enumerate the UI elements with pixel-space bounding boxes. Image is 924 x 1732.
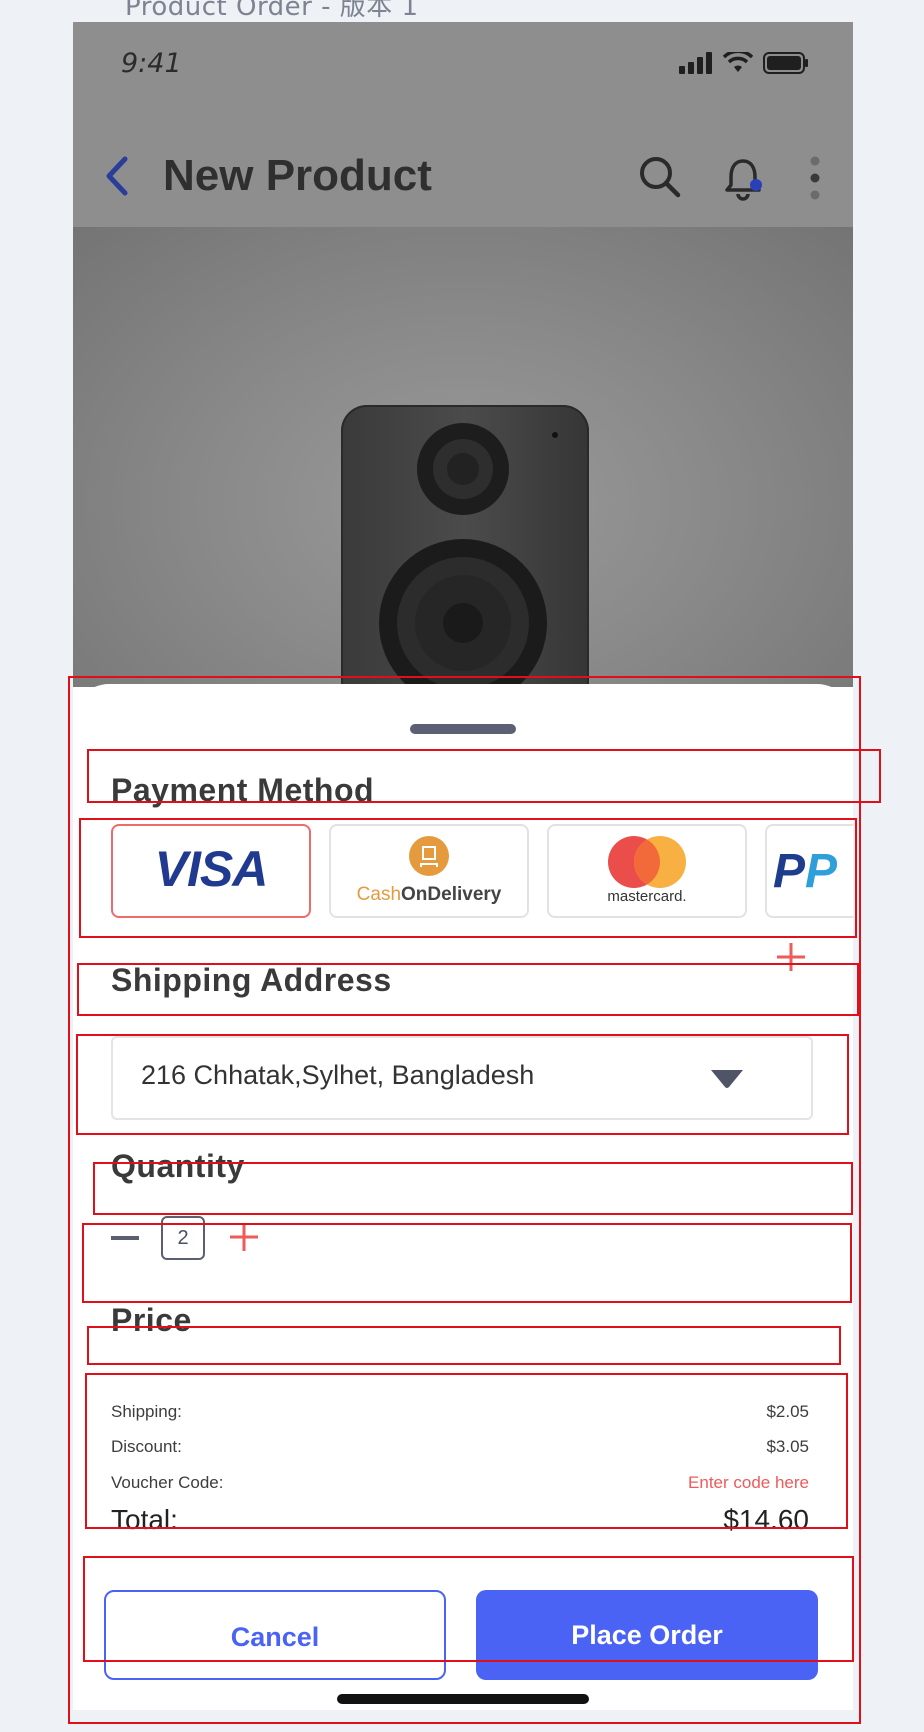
- discount-label: Discount:: [111, 1437, 182, 1456]
- payment-option-paypal[interactable]: PP: [765, 824, 853, 918]
- add-address-icon[interactable]: [776, 942, 806, 972]
- caret-down-icon: [711, 1070, 743, 1088]
- back-arrow-icon[interactable]: [99, 153, 135, 199]
- more-options-icon[interactable]: [807, 155, 823, 201]
- visa-logo: VISA: [154, 841, 269, 897]
- battery-icon: [763, 52, 808, 74]
- quantity-title: Quantity: [111, 1148, 245, 1184]
- cod-rest-part: OnDelivery: [401, 884, 502, 905]
- quantity-value[interactable]: 2: [161, 1216, 205, 1260]
- mastercard-logo-icon: [608, 836, 686, 888]
- speaker-product-photo: [341, 405, 589, 725]
- phone-screen: 9:41 New Product Payment Method VISA Cas…: [73, 22, 853, 1710]
- order-bottom-sheet: Payment Method VISA CashOnDelivery maste…: [73, 684, 853, 1710]
- product-image: [73, 227, 853, 725]
- decrease-quantity-button[interactable]: [111, 1236, 139, 1240]
- speaker-drivers: [379, 423, 558, 707]
- shipping-address-title: Shipping Address: [111, 962, 392, 998]
- increase-quantity-icon[interactable]: [229, 1222, 259, 1252]
- delivery-box-icon: [409, 836, 449, 876]
- frame-caption: Product Order - 版本 1: [125, 0, 419, 22]
- search-icon[interactable]: [638, 155, 682, 199]
- shipping-address-value: 216 Chhatak,Sylhet, Bangladesh: [141, 1060, 535, 1090]
- payment-option-cash-on-delivery[interactable]: CashOnDelivery: [329, 824, 529, 918]
- status-icons: [679, 52, 809, 74]
- price-title: Price: [111, 1302, 192, 1338]
- cod-cash-part: Cash: [356, 884, 402, 905]
- voucher-code-input[interactable]: Enter code here: [688, 1473, 809, 1493]
- notification-bell-icon[interactable]: [723, 155, 767, 201]
- total-value: $14.60: [723, 1504, 809, 1535]
- payment-option-visa[interactable]: VISA: [111, 824, 311, 918]
- wifi-icon: [723, 52, 753, 72]
- payment-methods-row: VISA CashOnDelivery mastercard. PP: [111, 824, 853, 920]
- cash-on-delivery-label: CashOnDelivery: [331, 884, 527, 906]
- sheet-drag-handle[interactable]: [410, 724, 516, 734]
- shipping-fee-value: $2.05: [766, 1402, 809, 1421]
- nav-bar: New Product: [73, 127, 853, 227]
- shipping-fee-label: Shipping:: [111, 1402, 182, 1421]
- status-bar: 9:41: [73, 22, 853, 110]
- discount-value: $3.05: [766, 1437, 809, 1456]
- cancel-button[interactable]: Cancel: [104, 1590, 446, 1680]
- status-time: 9:41: [121, 48, 182, 79]
- payment-method-title: Payment Method: [111, 772, 375, 808]
- page-title: New Product: [163, 151, 432, 200]
- place-order-button[interactable]: Place Order: [476, 1590, 818, 1680]
- signal-icon: [679, 52, 712, 74]
- paypal-logo: PP: [773, 845, 838, 898]
- voucher-code-label: Voucher Code:: [111, 1473, 224, 1492]
- payment-option-mastercard[interactable]: mastercard.: [547, 824, 747, 918]
- quantity-stepper: 2: [111, 1214, 411, 1264]
- home-indicator: [337, 1694, 589, 1704]
- total-label: Total:: [111, 1504, 178, 1535]
- dimmed-background: 9:41 New Product: [73, 22, 853, 725]
- mastercard-label: mastercard.: [607, 888, 687, 905]
- shipping-address-select[interactable]: 216 Chhatak,Sylhet, Bangladesh: [111, 1036, 813, 1120]
